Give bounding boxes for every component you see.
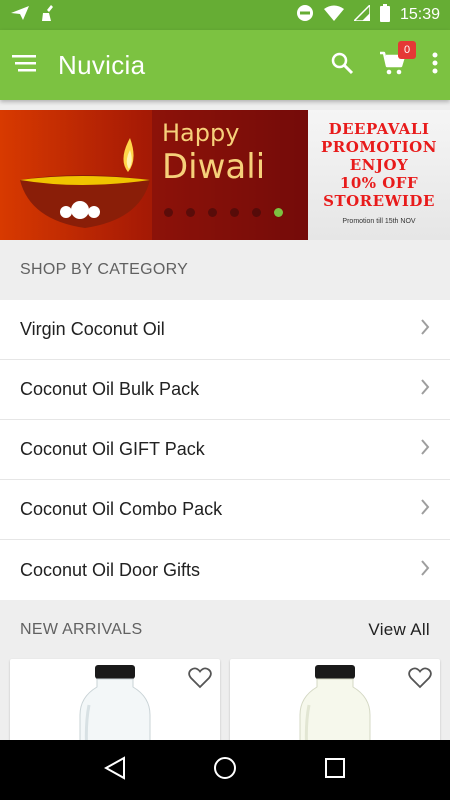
overflow-menu-icon[interactable]: [432, 52, 438, 79]
category-item-combo-pack[interactable]: Coconut Oil Combo Pack: [0, 480, 450, 540]
clock: 15:39: [399, 6, 440, 23]
carousel-dot[interactable]: [186, 208, 195, 217]
category-label: Coconut Oil Combo Pack: [20, 499, 223, 519]
category-item-bulk-pack[interactable]: Coconut Oil Bulk Pack: [0, 360, 450, 420]
product-image: [75, 665, 155, 749]
carousel-dot-active[interactable]: [274, 208, 283, 217]
new-arrivals-header: NEW ARRIVALS View All: [0, 601, 450, 659]
promo-line: DEEPAVALI: [328, 120, 430, 138]
cart-icon: [380, 51, 406, 79]
promo-banner-carousel[interactable]: Happy Diwali DEEPAVALI PROMOTION ENJOY 1…: [0, 110, 450, 240]
promo-note: Promotion till 15th NOV: [342, 218, 416, 225]
heart-icon[interactable]: [408, 667, 432, 694]
chevron-right-icon: [420, 379, 430, 400]
diwali-banner-image: Happy Diwali: [0, 110, 308, 240]
category-label: Coconut Oil Bulk Pack: [20, 379, 200, 399]
signal-icon: [352, 2, 371, 26]
shop-by-category-header: SHOP BY CATEGORY: [0, 241, 450, 299]
product-card[interactable]: [10, 659, 220, 749]
recents-icon[interactable]: [324, 757, 346, 784]
menu-icon[interactable]: [12, 54, 36, 77]
cart-count-badge: 0: [398, 40, 416, 59]
diwali-text: Diwali: [162, 147, 266, 187]
product-image: [295, 665, 375, 749]
diwali-greeting: Happy Diwali: [162, 116, 265, 184]
view-all-link[interactable]: View All: [368, 620, 430, 640]
promo-line: PROMOTION: [321, 138, 437, 156]
app-bar: Nuvicia 0: [0, 30, 450, 100]
category-list: Virgin Coconut Oil Coconut Oil Bulk Pack…: [0, 300, 450, 600]
wifi-icon: [323, 5, 344, 26]
carousel-dot[interactable]: [164, 208, 173, 217]
promo-line: ENJOY: [349, 156, 409, 174]
carousel-dot[interactable]: [208, 208, 217, 217]
promotion-panel: DEEPAVALI PROMOTION ENJOY 10% OFF STOREW…: [308, 110, 450, 240]
carousel-dot[interactable]: [230, 208, 239, 217]
cart-button[interactable]: 0: [380, 40, 416, 80]
chevron-right-icon: [420, 319, 430, 340]
section-title: SHOP BY CATEGORY: [20, 261, 189, 278]
category-label: Virgin Coconut Oil: [20, 319, 165, 339]
category-item-door-gifts[interactable]: Coconut Oil Door Gifts: [0, 540, 450, 600]
clean-notification-icon: [40, 4, 58, 27]
chevron-right-icon: [420, 499, 430, 520]
product-card[interactable]: [230, 659, 440, 749]
app-title: Nuvicia: [58, 49, 146, 80]
section-title: NEW ARRIVALS: [20, 621, 143, 638]
category-item-gift-pack[interactable]: Coconut Oil GIFT Pack: [0, 420, 450, 480]
status-bar: 15:39: [0, 0, 450, 30]
category-label: Coconut Oil Door Gifts: [20, 559, 201, 580]
heart-icon[interactable]: [188, 667, 212, 694]
send-notification-icon: [10, 5, 30, 26]
category-label: Coconut Oil GIFT Pack: [20, 439, 205, 459]
chevron-right-icon: [420, 559, 430, 581]
search-icon[interactable]: [330, 51, 354, 80]
battery-icon: [379, 3, 390, 27]
carousel-indicator: [164, 208, 283, 217]
promo-line: STOREWIDE: [323, 192, 435, 210]
carousel-dot[interactable]: [252, 208, 261, 217]
category-item-virgin-coconut-oil[interactable]: Virgin Coconut Oil: [0, 300, 450, 360]
happy-text: Happy: [162, 119, 240, 147]
back-icon[interactable]: [103, 755, 126, 785]
dnd-icon: [296, 4, 314, 27]
chevron-right-icon: [420, 439, 430, 460]
system-navigation-bar: [0, 740, 450, 800]
home-icon[interactable]: [213, 756, 237, 785]
promo-line: 10% OFF: [339, 174, 419, 192]
